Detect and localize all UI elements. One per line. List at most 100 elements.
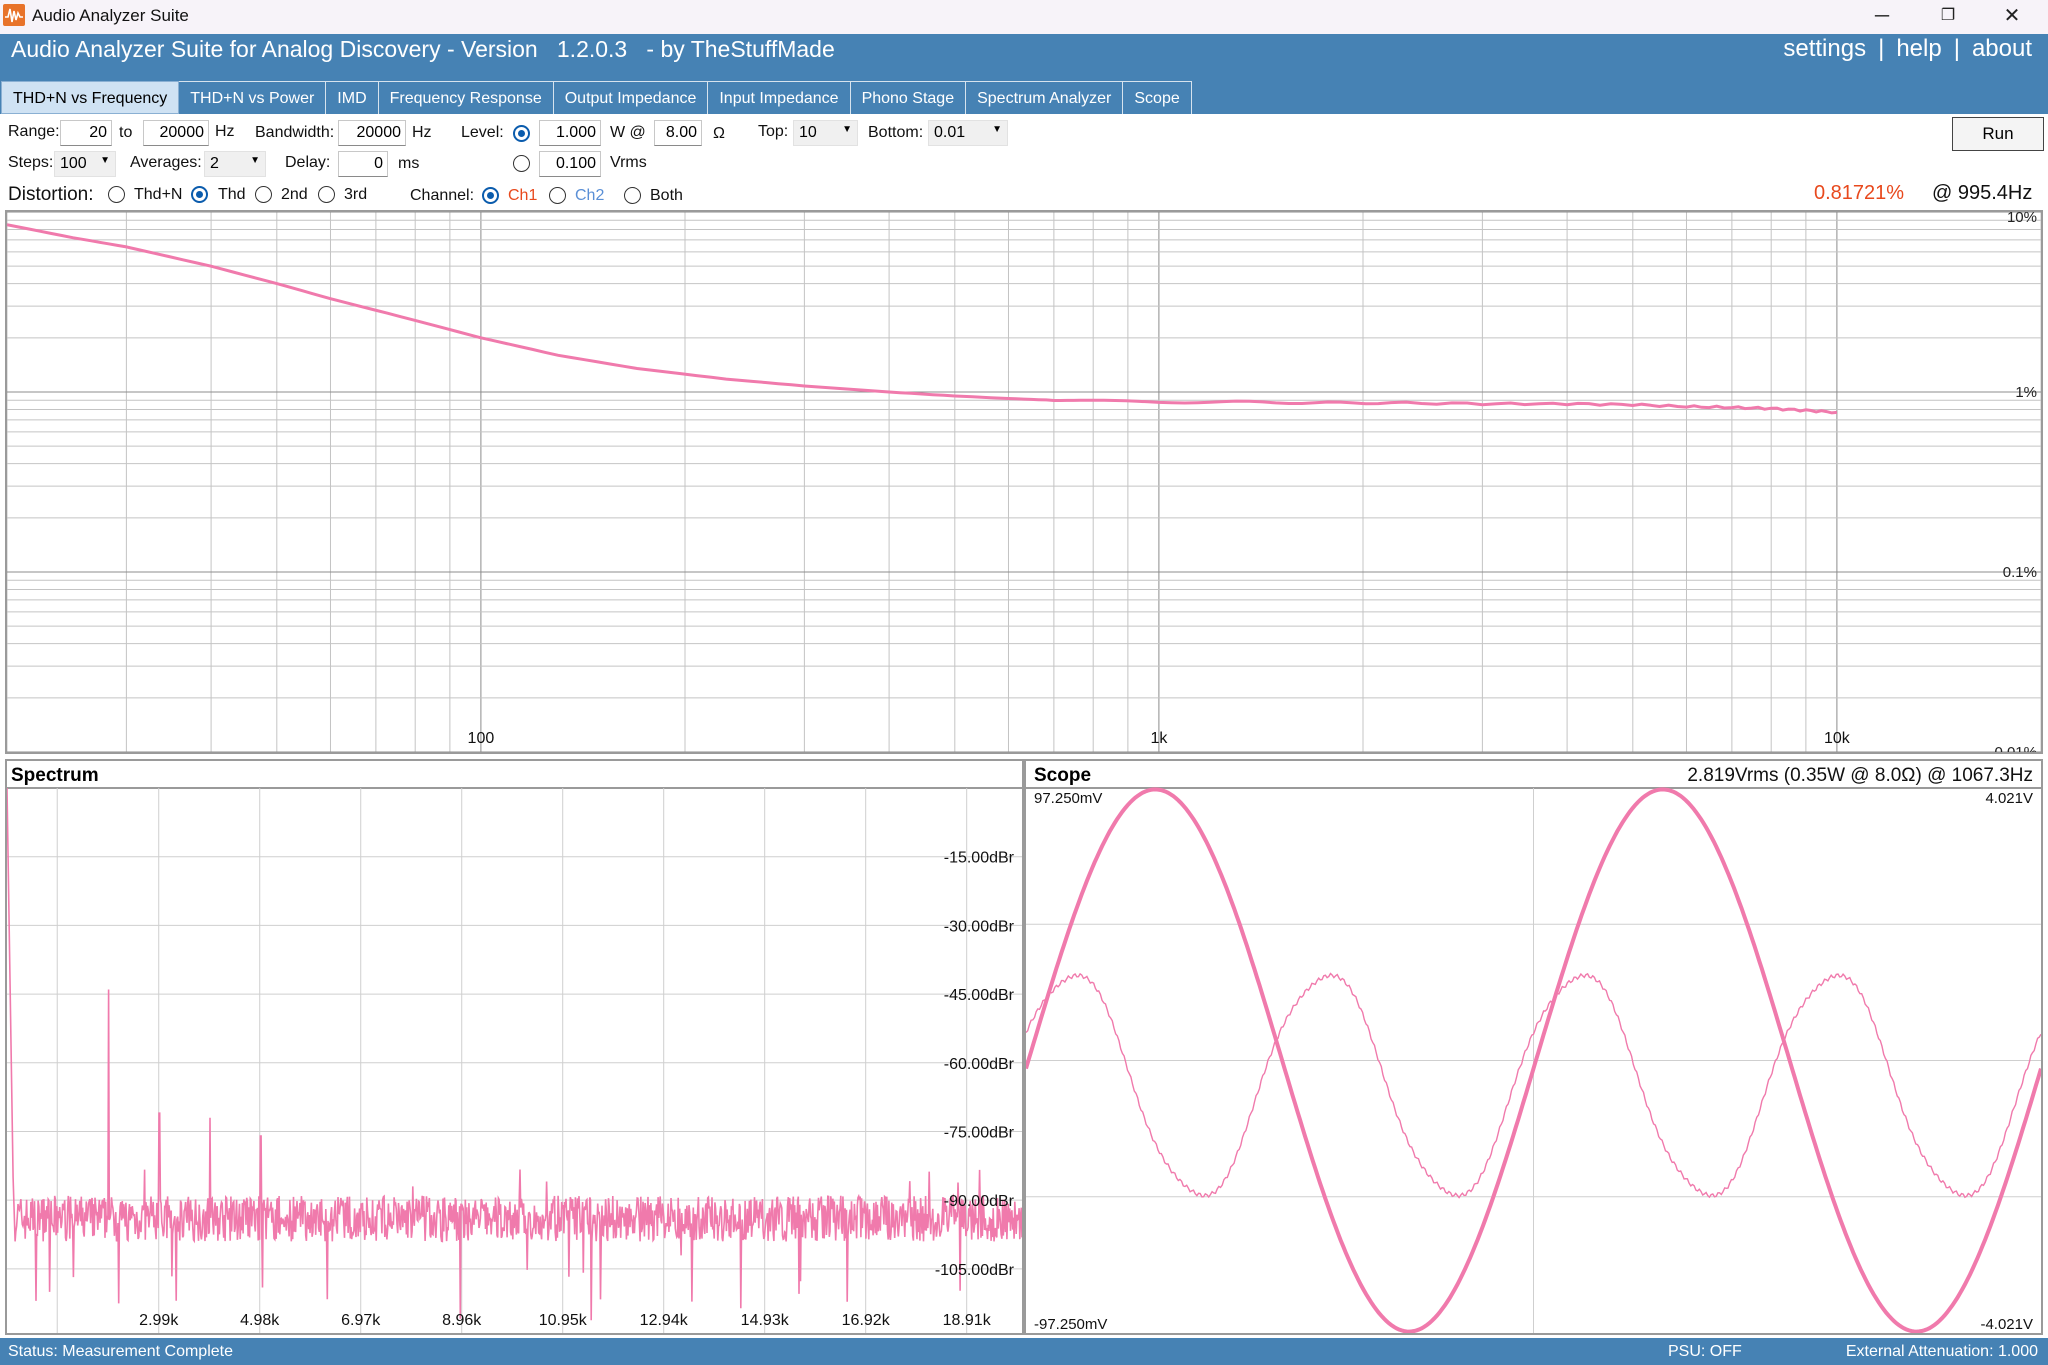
chevron-down-icon: ▼ <box>992 124 1002 135</box>
app-heading: Audio Analyzer Suite for Analog Discover… <box>11 36 835 62</box>
level-watts-input[interactable]: 1.000 <box>539 120 601 146</box>
y-tick-label: 0.1% <box>2003 564 2037 581</box>
minimize-button[interactable]: ─ <box>1852 0 1912 34</box>
tab-input-impedance[interactable]: Input Impedance <box>708 81 851 114</box>
range-to-input[interactable]: 20000 <box>143 120 209 146</box>
averages-select[interactable]: 2 ▼ <box>204 151 266 177</box>
x-tick-label: 14.93k <box>741 1312 790 1329</box>
distortion-thdn-label: Thd+N <box>134 186 183 203</box>
tab-spectrum-analyzer[interactable]: Spectrum Analyzer <box>966 81 1124 114</box>
steps-label: Steps: <box>8 154 54 171</box>
bottom-select[interactable]: 0.01 ▼ <box>928 120 1008 146</box>
y-tick-label: 10% <box>2007 212 2037 226</box>
window-title: Audio Analyzer Suite <box>32 6 189 25</box>
level-vrms-unit: Vrms <box>610 154 647 171</box>
link-separator: | <box>1953 35 1960 62</box>
scope-plot: 97.250mV 4.021V -97.250mV -4.021V <box>1026 787 2041 1333</box>
averages-label: Averages: <box>130 154 202 171</box>
tab-bar: THD+N vs Frequency THD+N vs Power IMD Fr… <box>1 81 1192 114</box>
distortion-3rd-radio[interactable] <box>318 186 335 203</box>
chevron-down-icon: ▼ <box>100 155 110 166</box>
top-select-value: 10 <box>799 124 817 141</box>
steps-select-value: 100 <box>60 155 87 172</box>
x-tick-label: 18.91k <box>943 1312 992 1329</box>
delay-input[interactable]: 0 <box>338 151 388 177</box>
ch2-min-label: -97.250mV <box>1034 1316 1107 1333</box>
maximize-button[interactable]: ❐ <box>1918 0 1978 34</box>
channel-ch1-label: Ch1 <box>508 187 538 204</box>
distortion-2nd-radio[interactable] <box>255 186 272 203</box>
thd-frequency-chart: 100 1k 10k 10% 1% 0.1% 0.01% <box>5 209 2043 761</box>
tab-frequency-response[interactable]: Frequency Response <box>378 81 554 114</box>
bottom-label: Bottom: <box>868 124 924 141</box>
thd-frequency-plot: 100 1k 10k 10% 1% 0.1% 0.01% <box>6 209 2042 761</box>
distortion-2nd-label: 2nd <box>281 186 308 203</box>
distortion-thd-radio[interactable] <box>191 186 208 203</box>
app-window: Audio Analyzer Suite ─ ❐ ✕ Audio Analyze… <box>0 0 2048 1365</box>
ch1-max-label: 4.021V <box>1985 790 2033 807</box>
scope-panel: Scope 2.819Vrms (0.35W @ 8.0Ω) @ 1067.3H… <box>1024 759 2043 1335</box>
y-tick-label: -60.00dBr <box>944 1056 1015 1073</box>
bandwidth-unit: Hz <box>412 124 432 141</box>
tab-imd[interactable]: IMD <box>326 81 379 114</box>
x-tick-label: 8.96k <box>442 1312 482 1329</box>
help-link[interactable]: help <box>1896 35 1941 62</box>
external-attenuation: External Attenuation: 1.000 <box>1845 1343 2038 1360</box>
x-tick-label: 100 <box>468 730 495 747</box>
distortion-label: Distortion: <box>8 184 94 205</box>
x-tick-label: 16.92k <box>842 1312 891 1329</box>
channel-both-radio[interactable] <box>624 187 641 204</box>
controls-panel: Range: 20 to 20000 Hz Bandwidth: 20000 H… <box>0 114 2048 210</box>
y-tick-label: -75.00dBr <box>944 1124 1015 1141</box>
tab-thdn-vs-power[interactable]: THD+N vs Power <box>179 81 327 114</box>
level-vrms-input[interactable]: 0.100 <box>539 151 601 177</box>
result-frequency: @ 995.4Hz <box>1932 182 2033 204</box>
tab-thdn-vs-frequency[interactable]: THD+N vs Frequency <box>1 81 180 114</box>
level-vrms-radio[interactable] <box>513 155 530 172</box>
close-button[interactable]: ✕ <box>1982 0 2042 34</box>
level-watts-unit: W @ <box>610 124 646 141</box>
range-to-label: to <box>119 124 133 141</box>
channel-ch1-radio[interactable] <box>482 187 499 204</box>
delay-label: Delay: <box>285 154 331 171</box>
averages-select-value: 2 <box>210 155 219 172</box>
app-header: Audio Analyzer Suite for Analog Discover… <box>0 34 2048 114</box>
level-label: Level: <box>461 124 504 141</box>
load-input[interactable]: 8.00 <box>654 120 702 146</box>
top-select[interactable]: 10 ▼ <box>793 120 858 146</box>
spectrum-panel: Spectrum 2.99k 4.98k 6.97k 8.96k 10.95k 12.94… <box>5 759 1024 1335</box>
app-logo-icon <box>3 4 25 26</box>
range-from-input[interactable]: 20 <box>60 120 112 146</box>
channel-label: Channel: <box>410 187 475 204</box>
chevron-down-icon: ▼ <box>842 124 852 135</box>
tab-phono-stage[interactable]: Phono Stage <box>850 81 967 114</box>
load-unit: Ω <box>713 125 725 142</box>
bandwidth-label: Bandwidth: <box>255 124 335 141</box>
x-tick-label: 12.94k <box>640 1312 689 1329</box>
chevron-down-icon: ▼ <box>250 155 260 166</box>
settings-link[interactable]: settings <box>1783 35 1866 62</box>
channel-both-label: Both <box>650 187 683 204</box>
tab-scope[interactable]: Scope <box>1123 81 1192 114</box>
spectrum-plot: 2.99k 4.98k 6.97k 8.96k 10.95k 12.94k 14.93k 16… <box>7 787 1022 1333</box>
ch1-min-label: -4.021V <box>1980 1316 2033 1333</box>
distortion-3rd-label: 3rd <box>344 186 368 203</box>
y-tick-label: -45.00dBr <box>944 987 1015 1004</box>
tab-output-impedance[interactable]: Output Impedance <box>553 81 709 114</box>
channel-ch2-label: Ch2 <box>575 187 605 204</box>
header-links: settings | help | about <box>1783 35 2032 63</box>
range-label: Range: <box>8 123 60 140</box>
ch2-max-label: 97.250mV <box>1034 790 1102 807</box>
steps-select[interactable]: 100 ▼ <box>54 151 116 177</box>
status-bar: Status: Measurement Complete PSU: OFF Ex… <box>0 1338 2048 1365</box>
distortion-thdn-radio[interactable] <box>108 186 125 203</box>
y-tick-label: -90.00dBr <box>944 1193 1015 1210</box>
level-watts-radio[interactable] <box>513 125 530 142</box>
about-link[interactable]: about <box>1972 35 2032 62</box>
channel-ch2-radio[interactable] <box>549 187 566 204</box>
bandwidth-input[interactable]: 20000 <box>338 120 406 146</box>
y-tick-label: 1% <box>2015 384 2037 401</box>
run-button[interactable]: Run <box>1952 117 2044 151</box>
x-tick-label: 1k <box>1150 730 1168 747</box>
bottom-select-value: 0.01 <box>934 124 966 141</box>
